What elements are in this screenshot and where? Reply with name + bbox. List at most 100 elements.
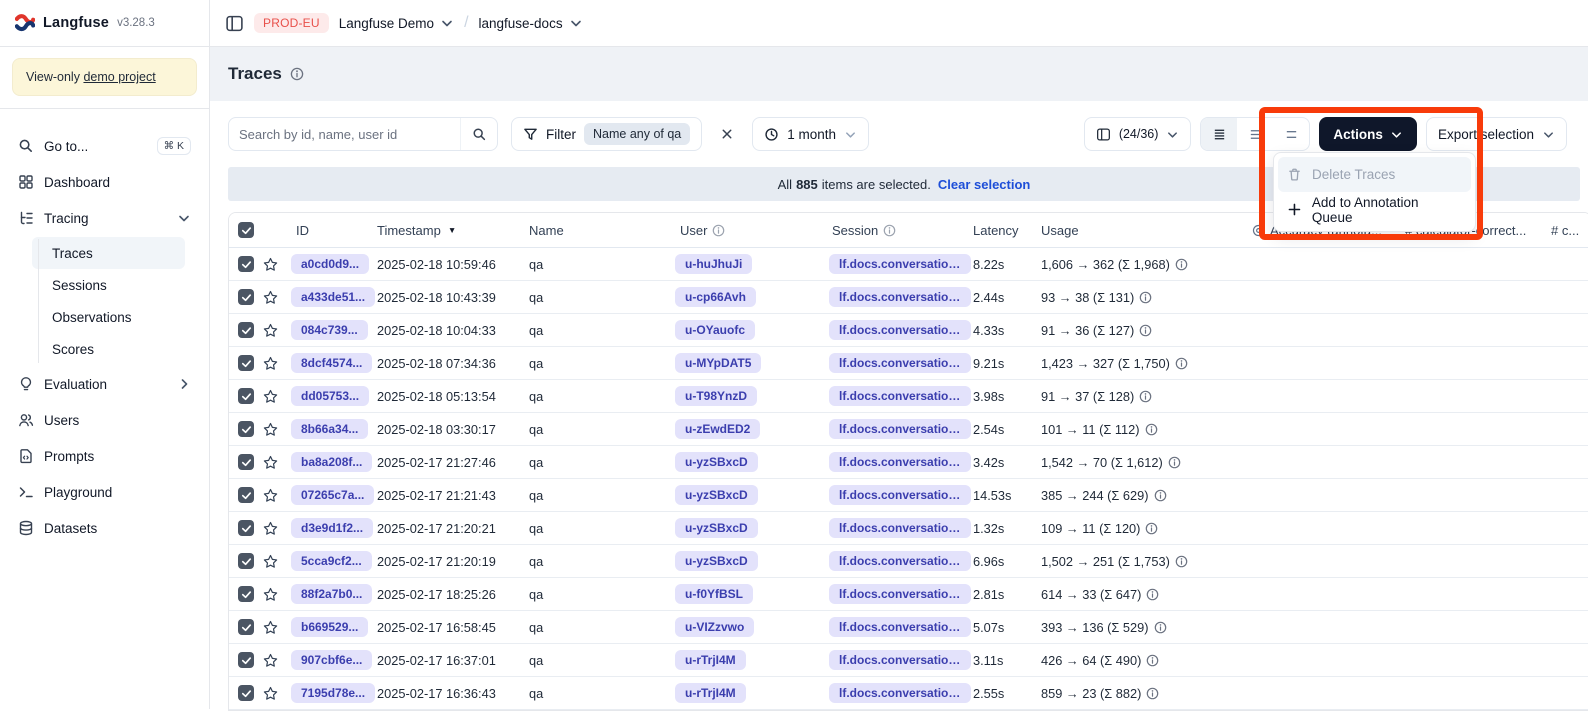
sidebar-item-datasets[interactable]: Datasets: [10, 511, 199, 545]
row-height-large-button[interactable]: [1273, 118, 1309, 150]
table-row[interactable]: 8dcf4574... 2025-02-18 07:34:36 qa u-MYp…: [229, 347, 1588, 380]
sidebar-item-sessions[interactable]: Sessions: [32, 269, 185, 301]
column-header-truncated[interactable]: # c...: [1551, 223, 1588, 238]
column-visibility-button[interactable]: (24/36): [1084, 117, 1192, 151]
row-checkbox[interactable]: [238, 685, 254, 701]
row-checkbox[interactable]: [238, 619, 254, 635]
row-height-small-button[interactable]: [1201, 118, 1237, 150]
menu-item-delete-traces[interactable]: Delete Traces: [1278, 157, 1471, 192]
trace-id-badge[interactable]: 5cca9cf2...: [291, 551, 372, 571]
user-badge[interactable]: u-rTrjI4M: [675, 683, 746, 703]
session-badge[interactable]: lf.docs.conversation...: [829, 584, 971, 604]
trace-id-badge[interactable]: a433de51...: [291, 287, 375, 307]
user-badge[interactable]: u-zEwdED2: [675, 419, 760, 439]
row-checkbox[interactable]: [238, 553, 254, 569]
star-icon[interactable]: [263, 422, 278, 437]
time-range-button[interactable]: 1 month: [752, 117, 869, 151]
row-checkbox[interactable]: [238, 586, 254, 602]
row-checkbox[interactable]: [238, 520, 254, 536]
table-row[interactable]: b669529... 2025-02-17 16:58:45 qa u-VIZz…: [229, 611, 1588, 644]
user-badge[interactable]: u-f0YfBSL: [675, 584, 753, 604]
star-icon[interactable]: [263, 587, 278, 602]
star-icon[interactable]: [263, 620, 278, 635]
column-header-name[interactable]: Name: [527, 223, 675, 238]
trace-id-badge[interactable]: 07265c7a...: [291, 485, 374, 505]
session-badge[interactable]: lf.docs.conversation...: [829, 518, 971, 538]
sidebar-item-traces[interactable]: Traces: [32, 237, 185, 269]
sidebar-item-prompts[interactable]: Prompts: [10, 439, 199, 473]
table-row[interactable]: d3e9d1f2... 2025-02-17 21:20:21 qa u-yzS…: [229, 512, 1588, 545]
star-icon[interactable]: [263, 389, 278, 404]
column-header-latency[interactable]: Latency: [971, 223, 1039, 238]
row-checkbox[interactable]: [238, 454, 254, 470]
column-header-usage[interactable]: Usage: [1039, 223, 1252, 238]
export-selection-button[interactable]: Export selection: [1426, 117, 1567, 151]
user-badge[interactable]: u-yzSBxcD: [675, 485, 758, 505]
table-row[interactable]: 8b66a34... 2025-02-18 03:30:17 qa u-zEwd…: [229, 413, 1588, 446]
sidebar-item-users[interactable]: Users: [10, 403, 199, 437]
trace-id-badge[interactable]: 084c739...: [291, 320, 368, 340]
session-badge[interactable]: lf.docs.conversation...: [829, 452, 971, 472]
column-header-session[interactable]: Session: [829, 223, 971, 238]
trace-id-badge[interactable]: 907cbf6e...: [291, 650, 372, 670]
table-row[interactable]: dd05753... 2025-02-18 05:13:54 qa u-T98Y…: [229, 380, 1588, 413]
row-checkbox[interactable]: [238, 256, 254, 272]
session-badge[interactable]: lf.docs.conversation...: [829, 287, 971, 307]
star-icon[interactable]: [263, 521, 278, 536]
row-checkbox[interactable]: [238, 487, 254, 503]
sidebar-item-evaluation[interactable]: Evaluation: [10, 367, 199, 401]
session-badge[interactable]: lf.docs.conversation...: [829, 419, 971, 439]
table-row[interactable]: a433de51... 2025-02-18 10:43:39 qa u-cp6…: [229, 281, 1588, 314]
user-badge[interactable]: u-rTrjI4M: [675, 650, 746, 670]
star-icon[interactable]: [263, 686, 278, 701]
session-badge[interactable]: lf.docs.conversation...: [829, 617, 971, 637]
column-header-timestamp[interactable]: Timestamp▼: [377, 223, 527, 238]
user-badge[interactable]: u-T98YnzD: [675, 386, 757, 406]
star-icon[interactable]: [263, 356, 278, 371]
filter-button[interactable]: Filter Name any of qa: [511, 117, 702, 151]
sidebar-item-scores[interactable]: Scores: [32, 333, 185, 365]
demo-project-link[interactable]: demo project: [83, 70, 155, 84]
menu-item-add-to-annotation-queue[interactable]: Add to Annotation Queue: [1278, 192, 1471, 227]
table-row[interactable]: ba8a208f... 2025-02-17 21:27:46 qa u-yzS…: [229, 446, 1588, 479]
trace-id-badge[interactable]: b669529...: [291, 617, 368, 637]
table-row[interactable]: a0cd0d9... 2025-02-18 10:59:46 qa u-huJh…: [229, 248, 1588, 281]
row-checkbox[interactable]: [238, 355, 254, 371]
search-submit-button[interactable]: [460, 118, 497, 150]
sidebar-toggle-icon[interactable]: [225, 14, 244, 33]
session-badge[interactable]: lf.docs.conversation...: [829, 683, 971, 703]
session-badge[interactable]: lf.docs.conversation...: [829, 320, 971, 340]
trace-id-badge[interactable]: a0cd0d9...: [291, 254, 369, 274]
star-icon[interactable]: [263, 554, 278, 569]
column-header-user[interactable]: User: [675, 223, 829, 238]
session-badge[interactable]: lf.docs.conversation...: [829, 386, 971, 406]
trace-id-badge[interactable]: 7195d78e...: [291, 683, 375, 703]
org-switcher[interactable]: Langfuse Demo: [339, 16, 454, 31]
goto-command-item[interactable]: Go to... ⌘ K: [10, 129, 199, 163]
user-badge[interactable]: u-yzSBxcD: [675, 518, 758, 538]
row-checkbox[interactable]: [238, 289, 254, 305]
star-icon[interactable]: [263, 653, 278, 668]
user-badge[interactable]: u-VIZzvwo: [675, 617, 754, 637]
row-checkbox[interactable]: [238, 652, 254, 668]
session-badge[interactable]: lf.docs.conversation...: [829, 650, 971, 670]
star-icon[interactable]: [263, 257, 278, 272]
user-badge[interactable]: u-cp66Avh: [675, 287, 756, 307]
session-badge[interactable]: lf.docs.conversation...: [829, 485, 971, 505]
trace-id-badge[interactable]: ba8a208f...: [291, 452, 372, 472]
row-height-medium-button[interactable]: [1237, 118, 1273, 150]
table-row[interactable]: 88f2a7b0... 2025-02-17 18:25:26 qa u-f0Y…: [229, 578, 1588, 611]
row-checkbox[interactable]: [238, 421, 254, 437]
star-icon[interactable]: [263, 323, 278, 338]
column-header-id[interactable]: ID: [291, 223, 377, 238]
table-row[interactable]: 7195d78e... 2025-02-17 16:36:43 qa u-rTr…: [229, 677, 1588, 710]
user-badge[interactable]: u-OYauofc: [675, 320, 755, 340]
clear-selection-link[interactable]: Clear selection: [938, 177, 1031, 192]
table-row[interactable]: 084c739... 2025-02-18 10:04:33 qa u-OYau…: [229, 314, 1588, 347]
user-badge[interactable]: u-huJhuJi: [675, 254, 752, 274]
project-switcher[interactable]: langfuse-docs: [479, 16, 583, 31]
session-badge[interactable]: lf.docs.conversation...: [829, 254, 971, 274]
select-all-checkbox[interactable]: [238, 222, 254, 238]
sidebar-item-tracing[interactable]: Tracing: [10, 201, 199, 235]
user-badge[interactable]: u-yzSBxcD: [675, 551, 758, 571]
